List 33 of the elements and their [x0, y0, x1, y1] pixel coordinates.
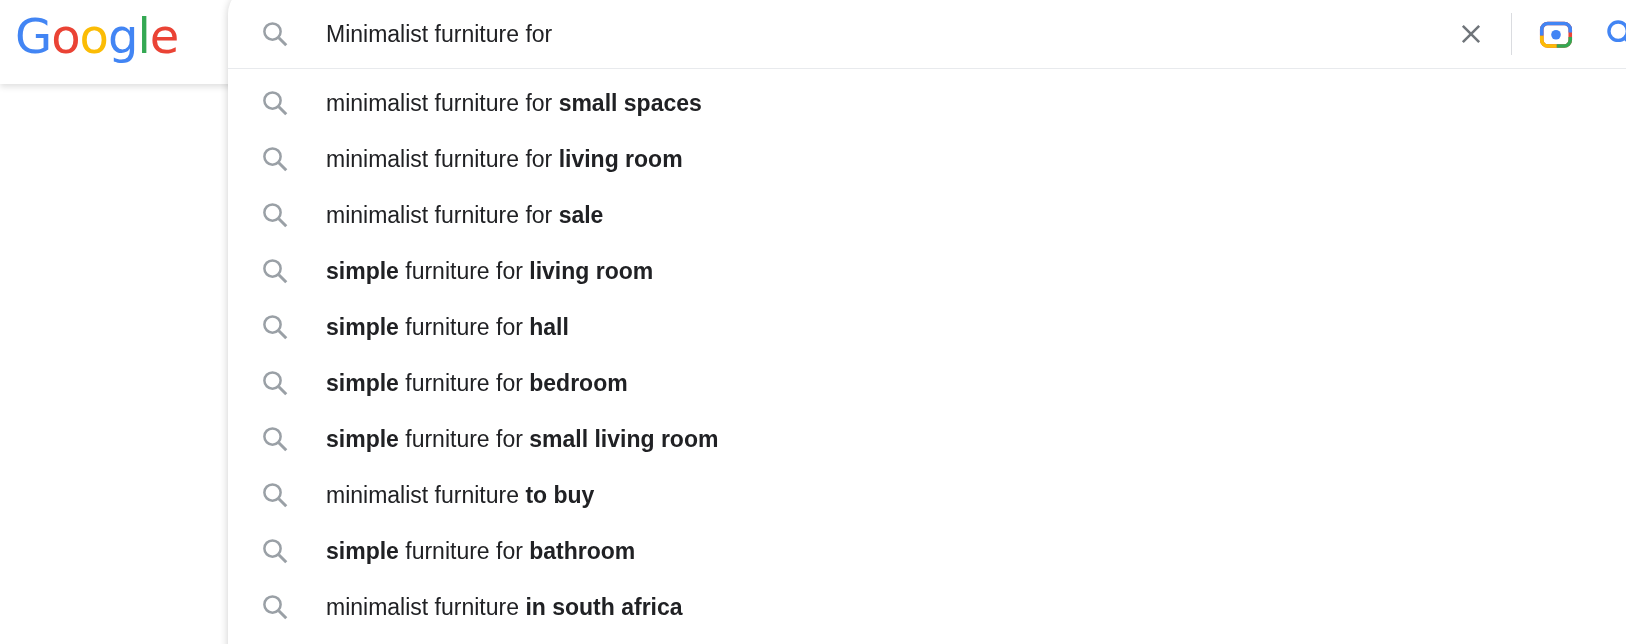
suggestion-text: minimalist furniture for small spaces: [326, 89, 702, 117]
suggestion-text: minimalist furniture for living room: [326, 145, 683, 173]
suggestion-text: simple furniture for hall: [326, 313, 569, 341]
suggestion-text: simple furniture for bathroom: [326, 537, 636, 565]
suggestion-text: simple furniture for living room: [326, 257, 654, 285]
search-icon: [260, 480, 290, 510]
search-icon: [260, 536, 290, 566]
suggestion-item[interactable]: minimalist furniture to buy: [228, 467, 1626, 523]
suggestion-item[interactable]: simple furniture for small living room: [228, 411, 1626, 467]
suggestion-text: minimalist furniture in south africa: [326, 593, 683, 621]
search-icon: [260, 88, 290, 118]
search-icon: [260, 312, 290, 342]
suggestion-text: minimalist furniture for sale: [326, 201, 604, 229]
suggestion-item[interactable]: minimalist furniture for living room: [228, 131, 1626, 187]
suggestion-text: simple furniture for small living room: [326, 425, 719, 453]
suggestion-item[interactable]: minimalist furniture for sale: [228, 187, 1626, 243]
search-icon: [260, 592, 290, 622]
suggestion-item[interactable]: simple furniture for bedroom: [228, 355, 1626, 411]
search-icon: [260, 368, 290, 398]
search-icon: [260, 144, 290, 174]
search-icon: [260, 256, 290, 286]
suggestion-text: minimalist furniture to buy: [326, 481, 595, 509]
search-field[interactable]: Minimalist furniture for: [326, 20, 1457, 48]
google-logo[interactable]: Google: [15, 8, 179, 64]
suggestion-item[interactable]: simple furniture for bathroom: [228, 523, 1626, 579]
suggestion-item[interactable]: simple furniture for hall: [228, 299, 1626, 355]
suggestion-item[interactable]: minimalist furniture in south africa: [228, 579, 1626, 635]
suggestion-text: simple furniture for bedroom: [326, 369, 628, 397]
search-icon: [260, 19, 290, 49]
search-icon: [260, 424, 290, 454]
suggestion-item[interactable]: minimalist furniture for small spaces: [228, 75, 1626, 131]
search-icon: [260, 200, 290, 230]
suggestion-item[interactable]: simple furniture for living room: [228, 243, 1626, 299]
